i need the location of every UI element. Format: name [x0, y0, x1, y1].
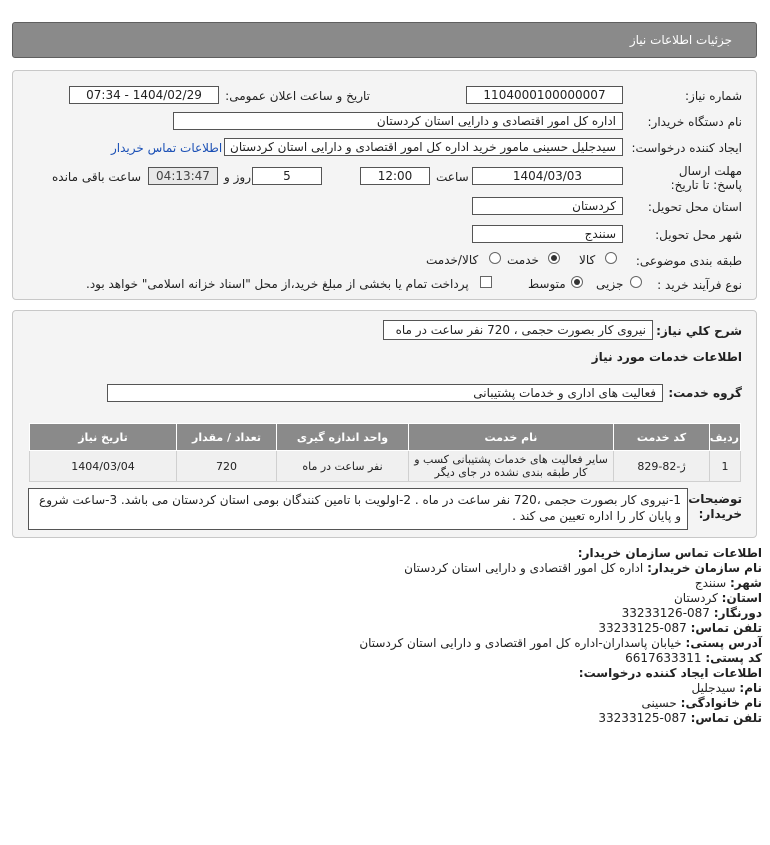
page-header: جزئیات اطلاعات نیاز [12, 22, 757, 58]
process-medium-radio[interactable] [571, 276, 583, 288]
cell-service-code: ژ-82-829 [613, 450, 710, 482]
creator-contact-title: اطلاعات ایجاد کننده درخواست: [578, 666, 762, 680]
org-contact-title: اطلاعات تماس سازمان خریدار: [577, 546, 762, 560]
summary-label: شرح کلي نياز: [656, 324, 742, 338]
need-number-label: شماره نیاز: [685, 89, 742, 103]
col-header-unit: واحد اندازه گیری [276, 423, 409, 451]
remaining-label: ساعت باقی مانده [52, 170, 142, 184]
category-service-label: خدمت [507, 253, 539, 267]
deadline-label: مهلت ارسال پاسخ: تا تاریخ: [670, 164, 742, 192]
first-name-value: سیدجلیل [691, 681, 736, 695]
table-header-row: ردیف کد خدمت نام خدمت واحد اندازه گیری ت… [29, 423, 741, 451]
org-name-line: نام سازمان خریدار: اداره کل امور اقتصادی… [404, 561, 762, 575]
phone-line: تلفن تماس: 087-33233125 [598, 621, 762, 635]
category-goods-label: کالا [579, 253, 596, 267]
buyer-notes-field: 1-نیروی کار بصورت حجمی ،720 نفر ساعت در … [28, 488, 688, 530]
buyer-notes-label: توضیحات خریدار: [688, 492, 742, 521]
process-minor-radio[interactable] [630, 276, 642, 288]
cell-row-number: 1 [709, 450, 741, 482]
cell-unit: نفر ساعت در ماه [276, 450, 409, 482]
fax-value: 087-33233126 [621, 606, 710, 620]
service-group-field: فعالیت های اداری و خدمات پشتیبانی [107, 384, 663, 402]
postal-value: 6617633311 [625, 651, 702, 665]
creator-phone-line: تلفن تماس: 087-33233125 [598, 711, 762, 725]
deadline-time-label: ساعت [436, 170, 469, 184]
need-number-field: 1104000100000007 [466, 86, 623, 104]
services-table: ردیف کد خدمت نام خدمت واحد اندازه گیری ت… [29, 423, 741, 482]
org-name-value: اداره کل امور اقتصادی و دارایی استان کرد… [404, 561, 644, 575]
creator-phone-value: 087-33233125 [598, 711, 687, 725]
page-title: جزئیات اطلاعات نیاز [629, 33, 732, 47]
city-label: شهر محل تحویل: [655, 228, 742, 242]
phone-value: 087-33233125 [598, 621, 687, 635]
city-line: شهر: سنندج [694, 576, 762, 590]
buyer-label: نام دستگاه خریدار: [647, 115, 743, 129]
announce-datetime-field: 1404/02/29 - 07:34 [69, 86, 219, 104]
col-header-need-date: تاریخ نیاز [29, 423, 177, 451]
city-value: سنندج [694, 576, 727, 590]
remaining-time-field: 04:13:47 [148, 167, 218, 185]
cell-quantity: 720 [176, 450, 277, 482]
category-goods-radio[interactable] [605, 252, 617, 264]
col-header-quantity: تعداد / مقدار [176, 423, 277, 451]
treasury-note: پرداخت تمام یا بخشی از مبلغ خرید،از محل … [86, 277, 469, 291]
province-value: کردستان [673, 591, 718, 605]
summary-field: نیروی کار بصورت حجمی ، 720 نفر ساعت در م… [383, 320, 653, 340]
province-field: کردستان [472, 197, 623, 215]
creator-field: سیدجلیل حسینی مامور خرید اداره کل امور ا… [224, 138, 623, 156]
category-goods-service-label: کالا/خدمت [426, 253, 479, 267]
buyer-field: اداره کل امور اقتصادی و دارایی استان کرد… [173, 112, 623, 130]
days-label: روز و [224, 170, 251, 184]
last-name-value: حسینی [641, 696, 677, 710]
process-label: نوع فرآیند خرید : [657, 278, 742, 292]
fax-line: دورنگار: 087-33233126 [621, 606, 762, 620]
address-value: خیابان پاسداران-اداره کل امور اقتصادی و … [359, 636, 682, 650]
address-line: آدرس پستی: خیابان پاسداران-اداره کل امور… [359, 636, 762, 650]
days-remaining-field: 5 [252, 167, 322, 185]
province-line: استان: کردستان [673, 591, 762, 605]
cell-service-name: سایر فعالیت های خدمات پشتیبانی کسب و کار… [408, 450, 614, 482]
table-row: 1 ژ-82-829 سایر فعالیت های خدمات پشتیبان… [29, 450, 741, 482]
last-name-line: نام خانوادگی: حسینی [641, 696, 762, 710]
creator-label: ایجاد کننده درخواست: [631, 141, 742, 155]
deadline-date-field: 1404/03/03 [472, 167, 623, 185]
process-minor-label: جزیی [596, 277, 624, 291]
col-header-service-code: کد خدمت [613, 423, 710, 451]
category-service-radio[interactable] [548, 252, 560, 264]
province-label: استان محل تحویل: [647, 200, 742, 214]
category-goods-service-radio[interactable] [489, 252, 501, 264]
col-header-row-number: ردیف [709, 423, 741, 451]
process-medium-label: متوسط [528, 277, 566, 291]
category-label: طبقه بندی موضوعی: [635, 254, 742, 268]
col-header-service-name: نام خدمت [408, 423, 614, 451]
service-group-label: گروه خدمت: [668, 386, 742, 400]
treasury-checkbox[interactable] [480, 276, 492, 288]
postal-line: کد پستی: 6617633311 [625, 651, 762, 665]
announce-label: تاریخ و ساعت اعلان عمومی: [225, 89, 370, 103]
deadline-time-field: 12:00 [360, 167, 430, 185]
services-title: اطلاعات خدمات مورد نياز [591, 350, 742, 364]
buyer-contact-link[interactable]: اطلاعات تماس خریدار [111, 141, 222, 155]
cell-need-date: 1404/03/04 [29, 450, 177, 482]
city-field: سنندج [472, 225, 623, 243]
first-name-line: نام: سیدجلیل [691, 681, 762, 695]
